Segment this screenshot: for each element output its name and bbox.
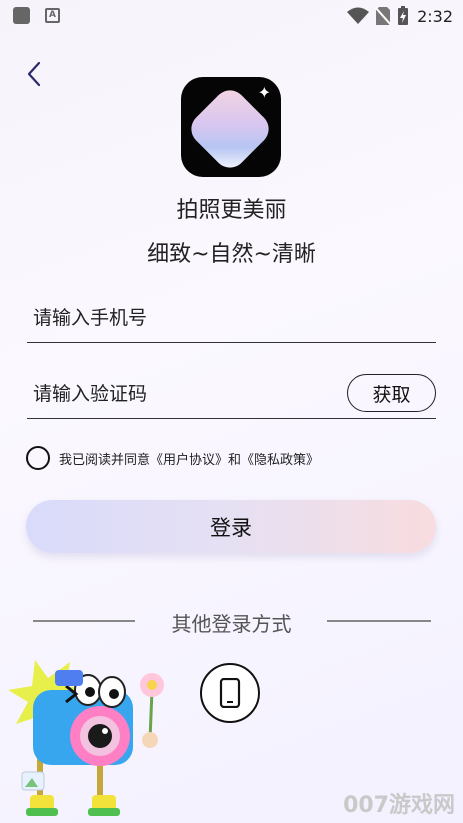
watermark-text: 007游戏网	[343, 793, 455, 818]
wifi-icon	[347, 7, 370, 24]
no-sim-icon	[375, 6, 392, 26]
app-logo: ✦	[181, 77, 281, 177]
code-input-row: 获取	[27, 374, 436, 419]
login-button[interactable]: 登录	[26, 500, 436, 553]
phone-input-row	[27, 300, 436, 343]
sparkle-icon: ✦	[257, 83, 271, 102]
app-name: 拍照更美丽	[176, 198, 287, 223]
other-login-divider: 其他登录方式	[0, 605, 463, 637]
chevron-left-icon[interactable]	[22, 58, 50, 90]
status-bar: A 2:32	[0, 0, 463, 32]
agreement-row: 我已阅读并同意《用户协议》和《隐私政策》	[26, 446, 319, 470]
phone-number-input[interactable]	[33, 300, 333, 336]
get-code-button[interactable]: 获取	[347, 374, 436, 412]
divider-line-right	[327, 620, 431, 622]
text-notification-icon: A	[45, 8, 60, 23]
phone-login-button[interactable]	[200, 663, 260, 723]
status-icons: 2:32	[347, 5, 453, 27]
app-notification-icon	[13, 7, 30, 24]
verification-code-input[interactable]	[33, 376, 333, 412]
battery-charging-icon	[398, 6, 409, 25]
camera-mascot-illustration	[8, 660, 164, 816]
mobile-phone-icon	[219, 678, 241, 708]
other-login-title: 其他登录方式	[171, 612, 292, 636]
agreement-text[interactable]: 我已阅读并同意《用户协议》和《隐私政策》	[59, 449, 319, 468]
clock: 2:32	[417, 6, 453, 26]
agreement-checkbox[interactable]	[26, 446, 50, 470]
app-slogan: 细致~自然~清晰	[147, 242, 316, 267]
